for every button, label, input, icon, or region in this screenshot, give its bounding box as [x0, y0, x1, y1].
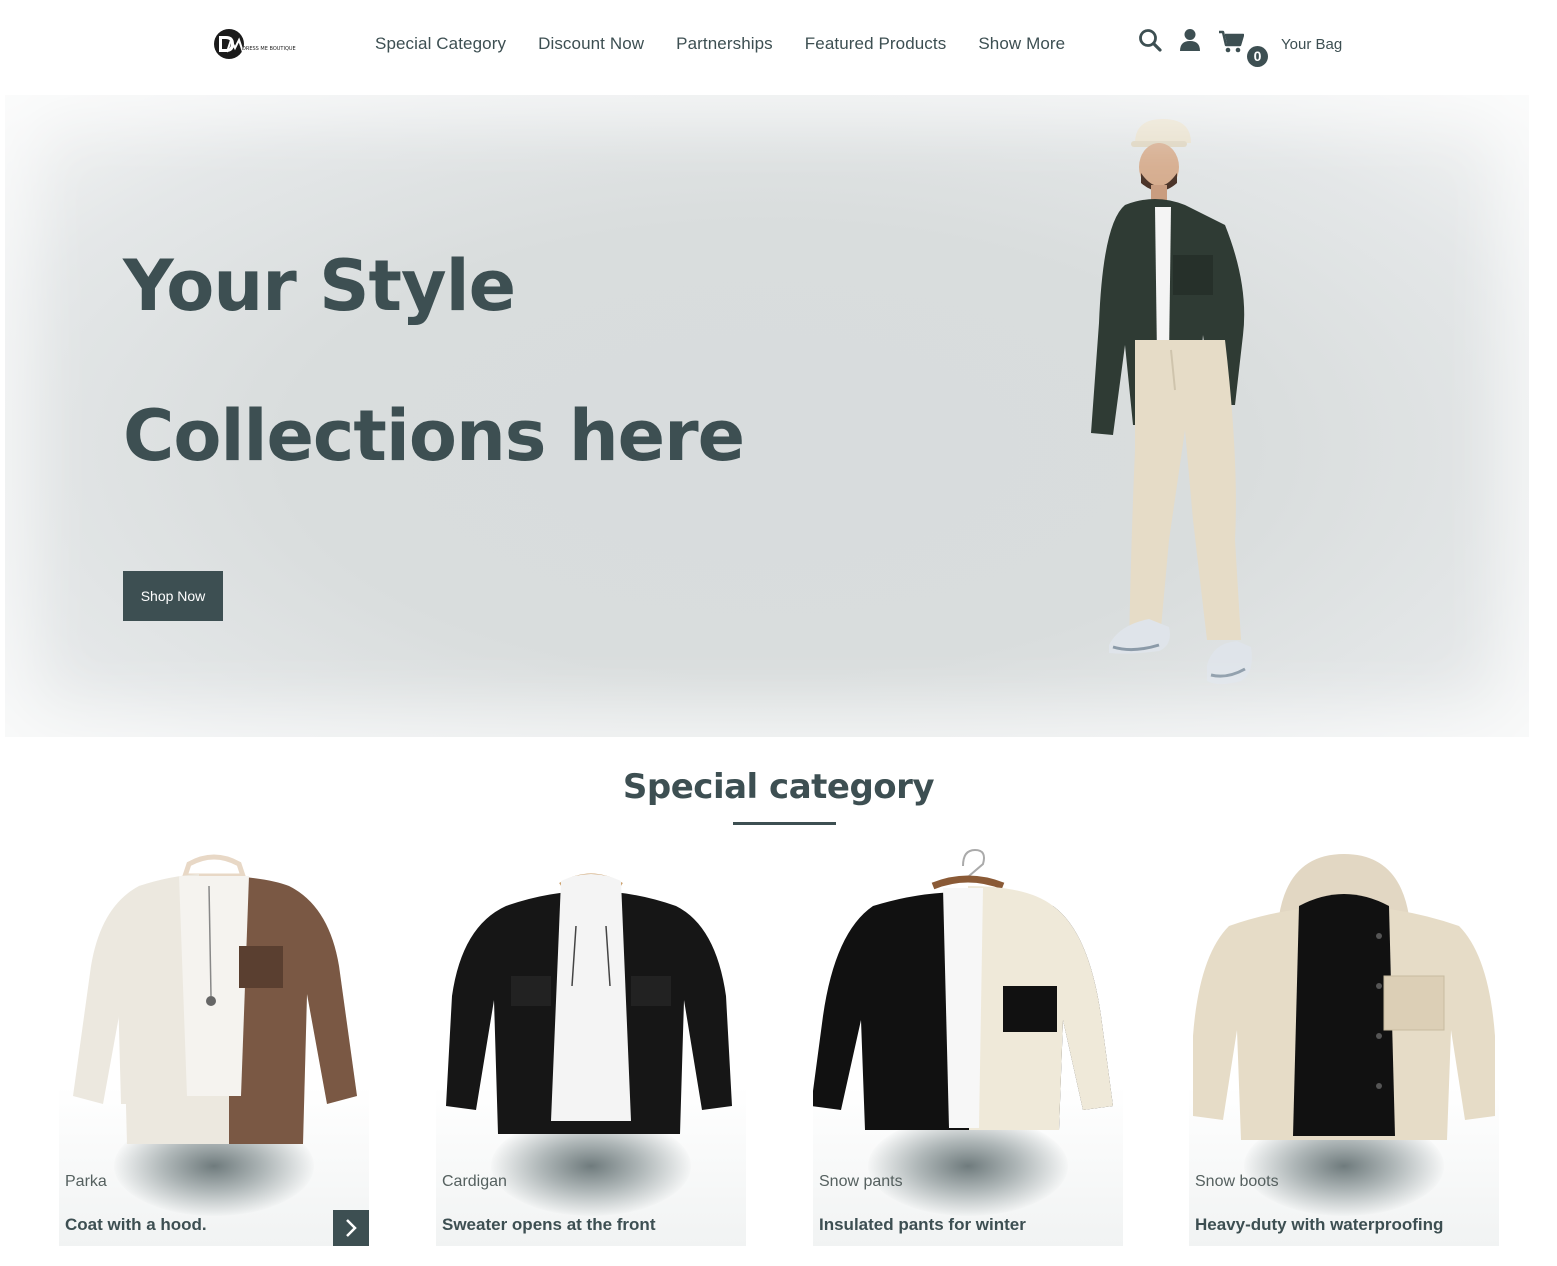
section-title: Special category: [622, 767, 935, 807]
card-category: Snow pants: [819, 1173, 903, 1190]
card-description: Coat with a hood.: [65, 1215, 207, 1234]
search-icon[interactable]: [1138, 28, 1162, 52]
section-title-underline: [733, 822, 836, 825]
main-nav: Special Category Discount Now Partnershi…: [375, 34, 1065, 54]
product-image-jacket: [446, 873, 732, 1134]
shop-now-button[interactable]: Shop Now: [123, 571, 223, 621]
cart-icon[interactable]: [1218, 30, 1244, 54]
logo-mark-icon: [214, 29, 244, 59]
nav-special-category[interactable]: Special Category: [375, 34, 506, 54]
next-arrow-button[interactable]: [333, 1210, 369, 1246]
card-description: Sweater opens at the front: [442, 1215, 656, 1234]
product-image-shirt: [813, 848, 1113, 1130]
hero-title-line-2: Collections here: [123, 395, 745, 477]
cart-count-badge: 0: [1247, 46, 1268, 67]
hero-banner: Your Style Collections here Shop Now: [5, 95, 1529, 737]
product-image-hoodie-jacket: [1193, 854, 1495, 1140]
logo-text: DRESS ME BOUTIQUE: [242, 46, 296, 52]
product-card-snow-pants[interactable]: Snow pants Insulated pants for winter: [813, 846, 1123, 1246]
card-category: Parka: [65, 1173, 107, 1190]
site-header: DRESS ME BOUTIQUE Special Category Disco…: [0, 0, 1557, 92]
nav-partnerships[interactable]: Partnerships: [676, 34, 773, 54]
card-category: Snow boots: [1195, 1173, 1279, 1190]
nav-discount-now[interactable]: Discount Now: [538, 34, 644, 54]
card-description: Heavy-duty with waterproofing: [1195, 1215, 1444, 1234]
hero-title-line-1: Your Style: [123, 245, 516, 327]
hero-model-image: [1091, 119, 1252, 684]
user-icon[interactable]: [1179, 28, 1201, 52]
product-image-jacket: [73, 854, 357, 1144]
nav-show-more[interactable]: Show More: [978, 34, 1065, 54]
nav-featured-products[interactable]: Featured Products: [805, 34, 947, 54]
product-card-parka[interactable]: Parka Coat with a hood.: [59, 846, 369, 1246]
chevron-right-icon: [346, 1219, 357, 1237]
card-category: Cardigan: [442, 1173, 507, 1190]
product-card-snow-boots[interactable]: Snow boots Heavy-duty with waterproofing: [1189, 846, 1499, 1246]
your-bag-link[interactable]: Your Bag: [1281, 36, 1342, 53]
brand-logo[interactable]: DRESS ME BOUTIQUE: [214, 27, 296, 63]
card-description: Insulated pants for winter: [819, 1215, 1026, 1234]
product-card-cardigan[interactable]: Cardigan Sweater opens at the front: [436, 846, 746, 1246]
